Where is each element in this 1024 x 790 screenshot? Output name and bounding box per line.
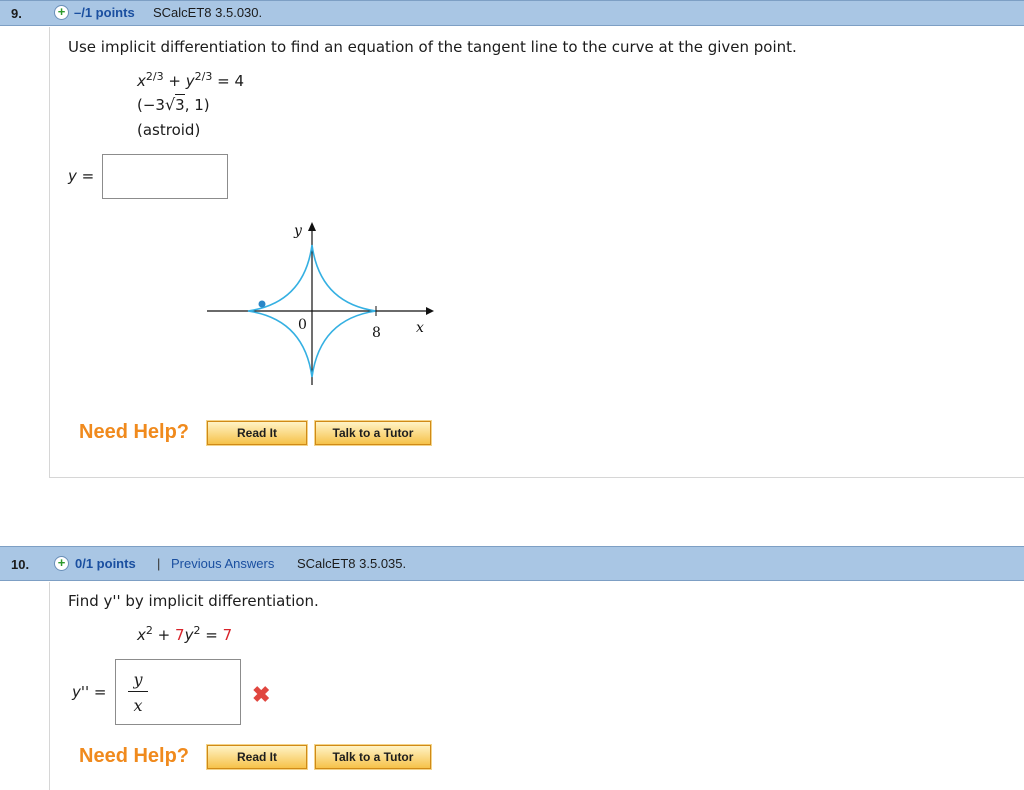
tangent-line-answer-input[interactable] xyxy=(102,154,228,199)
curve-name: (astroid) xyxy=(137,121,201,139)
read-it-button[interactable]: Read It xyxy=(206,744,308,770)
points-link[interactable]: –/1 points xyxy=(74,5,135,20)
sqrt-icon: √ xyxy=(164,95,176,114)
question-prompt: Use implicit differentiation to find an … xyxy=(68,38,797,56)
previous-answers-link[interactable]: Previous Answers xyxy=(171,556,274,571)
fraction-bar xyxy=(128,691,148,692)
answer-numerator: y xyxy=(133,670,143,689)
tick-label-8: 8 xyxy=(372,325,381,341)
x-axis-label: x xyxy=(416,320,424,336)
talk-to-tutor-button[interactable]: Talk to a Tutor xyxy=(314,744,432,770)
wrong-x-icon: ✖ xyxy=(252,682,271,707)
curve-equation: x2/3 + y2/3 = 4 xyxy=(137,70,244,90)
expand-plus-icon[interactable]: + xyxy=(54,556,69,571)
given-point: (−3√3, 1) xyxy=(137,94,210,114)
points-link[interactable]: 0/1 points xyxy=(75,556,136,571)
expand-plus-icon[interactable]: + xyxy=(54,5,69,20)
answer-label: y'' = xyxy=(72,683,107,701)
question-10-header: 10. + 0/1 points | Previous Answers SCal… xyxy=(0,546,1024,581)
talk-to-tutor-button[interactable]: Talk to a Tutor xyxy=(314,420,432,446)
question-9-header: 9. + –/1 points SCalcET8 3.5.030. xyxy=(0,0,1024,26)
question-number: 10. xyxy=(11,557,30,572)
question-number: 9. xyxy=(11,6,22,21)
second-derivative-answer-box[interactable]: y x xyxy=(115,659,241,725)
answer-label: y = xyxy=(68,167,95,185)
need-help-label: Need Help? xyxy=(79,745,190,767)
problem-code: SCalcET8 3.5.030. xyxy=(153,5,263,20)
ellipse-equation: x2 + 7y2 = 7 xyxy=(137,624,233,644)
x-axis-arrow-icon xyxy=(426,307,434,315)
y-axis-label: y xyxy=(293,223,303,239)
y-axis-arrow-icon xyxy=(308,222,316,231)
header-separator: | xyxy=(157,556,161,571)
problem-code: SCalcET8 3.5.035. xyxy=(297,556,407,571)
question-prompt: Find y'' by implicit differentiation. xyxy=(68,592,319,610)
astroid-graph: y 0 8 x xyxy=(207,222,434,385)
given-point-marker xyxy=(258,300,266,308)
origin-label: 0 xyxy=(298,317,307,333)
read-it-button[interactable]: Read It xyxy=(206,420,308,446)
answer-denominator: x xyxy=(133,696,143,715)
need-help-label: Need Help? xyxy=(79,421,190,443)
